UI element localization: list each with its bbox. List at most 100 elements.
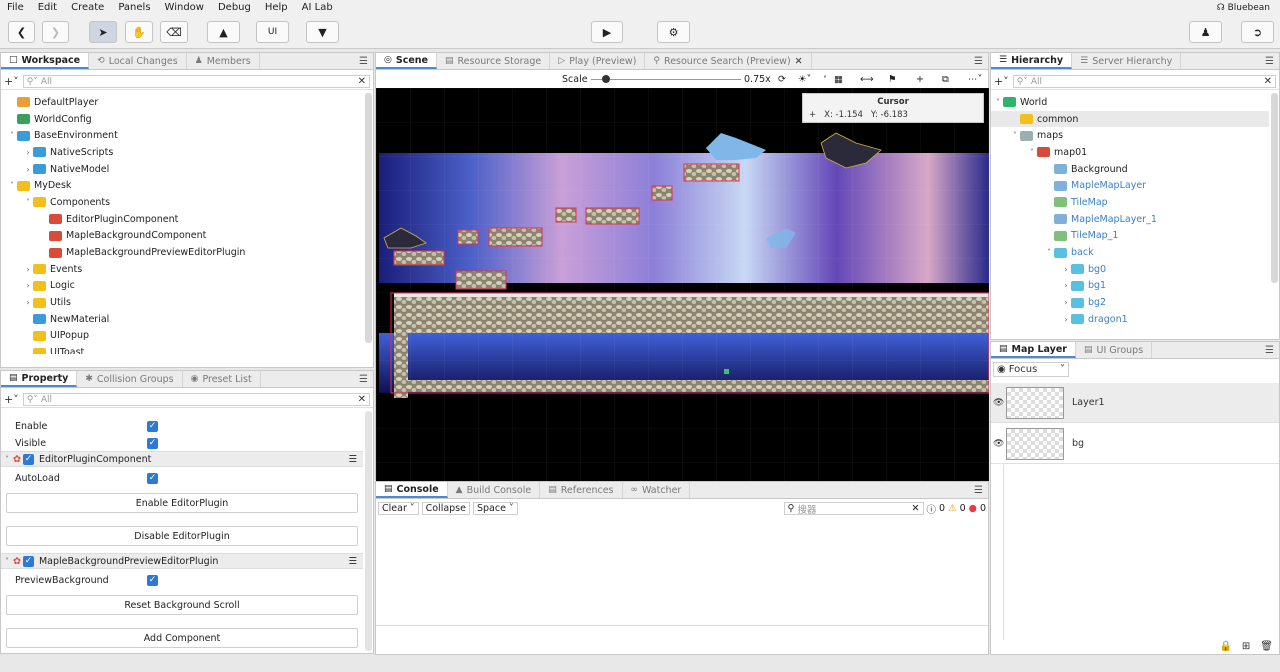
tab-console[interactable]: ▤ Console	[376, 482, 448, 498]
chevron-down-icon[interactable]: ˅	[7, 181, 17, 190]
play-button[interactable]: ▶	[591, 21, 623, 43]
tree-node[interactable]: › dragon1	[991, 311, 1269, 326]
members-button[interactable]: ♟	[1189, 21, 1222, 43]
user-menu[interactable]: ☊ Bluebean	[1217, 3, 1280, 13]
chevron-right-icon[interactable]: ›	[1061, 315, 1071, 324]
tree-node[interactable]: ˅ map01	[991, 144, 1269, 161]
component-header-preview[interactable]: ˅ ✿ ✓ MapleBackgroundPreviewEditorPlugin…	[1, 553, 363, 569]
menu-debug[interactable]: Debug	[211, 0, 258, 16]
eraser-tool-button[interactable]: ⌫	[160, 21, 188, 43]
console-search-input[interactable]: ⚲ 搜器 ✕	[783, 502, 924, 516]
add-button[interactable]: +˅	[4, 75, 19, 88]
plus-icon[interactable]: +	[916, 74, 924, 85]
chevron-right-icon[interactable]: ›	[1061, 265, 1071, 274]
hierarchy-scrollbar[interactable]	[1271, 93, 1278, 283]
tree-node[interactable]: ˅ BaseEnvironment	[1, 127, 363, 144]
enable-editorplugin-button[interactable]: Enable EditorPlugin	[6, 493, 358, 513]
tree-node[interactable]: UIPopup	[1, 328, 363, 345]
clear-icon[interactable]: ✕	[358, 76, 366, 87]
chevron-right-icon[interactable]: ›	[23, 148, 33, 157]
hierarchy-search-input[interactable]: ⚲˅ All ✕	[1012, 75, 1276, 88]
component-header-editorplugin[interactable]: ˅ ✿ ✓ EditorPluginComponent ☰	[1, 451, 363, 467]
tree-node[interactable]: ˅ back	[991, 244, 1269, 261]
add-layer-icon[interactable]: ⊞	[1242, 641, 1250, 652]
layer-row[interactable]: 👁 Layer1	[991, 383, 1279, 423]
tree-node[interactable]: NewMaterial	[1, 311, 363, 328]
tab-resource-storage[interactable]: ▤ Resource Storage	[437, 53, 551, 69]
eye-icon[interactable]: 👁	[993, 398, 1004, 408]
property-scrollbar[interactable]	[365, 411, 372, 651]
chevron-right-icon[interactable]: ›	[23, 265, 33, 274]
layer-row[interactable]: 👁 bg	[991, 424, 1279, 464]
tab-build-console[interactable]: ▲ Build Console	[448, 482, 541, 498]
menu-file[interactable]: File	[0, 0, 31, 16]
visible-checkbox[interactable]: ✓	[147, 437, 158, 449]
tree-node[interactable]: common	[991, 110, 1269, 128]
clear-icon[interactable]: ✕	[358, 394, 366, 405]
menu-window[interactable]: Window	[158, 0, 211, 16]
space-dropdown[interactable]: Space ˅	[472, 502, 518, 515]
chevron-right-icon[interactable]: ›	[1061, 281, 1071, 290]
menu-create[interactable]: Create	[64, 0, 111, 16]
tree-node[interactable]: › Events	[1, 261, 363, 278]
tree-node[interactable]: MapleBackgroundComponent	[1, 228, 363, 245]
tree-node[interactable]: ˅ MyDesk	[1, 177, 363, 194]
chevron-right-icon[interactable]: ›	[23, 298, 33, 307]
dropdown-icon[interactable]: ˅	[823, 75, 827, 84]
info-icon[interactable]: ⓘ	[927, 502, 937, 516]
chevron-down-icon[interactable]: ˅	[1027, 148, 1037, 157]
tree-node[interactable]: › Utils	[1, 294, 363, 311]
chevron-down-icon[interactable]: ˅	[993, 98, 1003, 107]
tree-node[interactable]: UIToast	[1, 344, 363, 354]
chevron-down-icon[interactable]: ˅	[7, 131, 17, 140]
tree-node[interactable]: WorldConfig	[1, 111, 363, 128]
tree-node[interactable]: DefaultPlayer	[1, 94, 363, 111]
close-icon[interactable]: ✕	[795, 56, 803, 67]
pivot-tool-button[interactable]: ▲	[207, 21, 240, 43]
enable-checkbox[interactable]: ✓	[147, 420, 158, 432]
menu-help[interactable]: Help	[258, 0, 295, 16]
add-component-button[interactable]: Add Component	[6, 628, 358, 648]
chevron-down-icon[interactable]: ˅	[1, 557, 13, 566]
exit-button[interactable]: ➲	[1241, 21, 1274, 43]
property-search-input[interactable]: ⚲˅ All ✕	[22, 393, 370, 406]
select-tool-button[interactable]: ➤	[89, 21, 117, 43]
more-icon[interactable]: ⋯˅	[968, 74, 982, 85]
panel-menu-icon[interactable]: ☰	[974, 485, 983, 496]
tab-server-hierarchy[interactable]: ☰ Server Hierarchy	[1072, 53, 1182, 69]
menu-edit[interactable]: Edit	[31, 0, 64, 16]
reset-background-scroll-button[interactable]: Reset Background Scroll	[6, 595, 358, 615]
chevron-right-icon[interactable]: ›	[1061, 298, 1071, 307]
scale-slider-handle[interactable]	[602, 75, 610, 83]
chevron-down-icon[interactable]: ˅	[1044, 248, 1054, 257]
tab-references[interactable]: ▤ References	[540, 482, 623, 498]
tab-workspace[interactable]: □ Workspace	[1, 53, 90, 69]
flag-icon[interactable]: ⚑	[888, 74, 897, 85]
panel-menu-icon[interactable]: ☰	[1265, 345, 1274, 356]
panel-menu-icon[interactable]: ☰	[974, 56, 983, 67]
chevron-down-icon[interactable]: ˅	[23, 198, 33, 207]
tab-scene[interactable]: ◎ Scene	[376, 53, 437, 69]
warning-icon[interactable]: ⚠	[948, 503, 957, 514]
menu-panels[interactable]: Panels	[111, 0, 157, 16]
bucket-button[interactable]: ▼	[306, 21, 339, 43]
tab-local-changes[interactable]: ⟲ Local Changes	[89, 53, 187, 69]
back-button[interactable]: ❮	[8, 21, 35, 43]
error-icon[interactable]: ●	[969, 503, 977, 514]
menu-ai-lab[interactable]: AI Lab	[295, 0, 340, 16]
preview-background-checkbox[interactable]: ✓	[147, 574, 158, 586]
component-enable-checkbox[interactable]: ✓	[22, 453, 34, 465]
chevron-down-icon[interactable]: ˅	[1010, 131, 1020, 140]
tree-node[interactable]: › bg2	[991, 294, 1269, 311]
ruler-icon[interactable]: ⟷	[860, 74, 874, 85]
tab-preset-list[interactable]: ◉ Preset List	[183, 371, 261, 387]
hand-tool-button[interactable]: ✋	[125, 21, 153, 43]
clear-dropdown[interactable]: Clear ˅	[378, 502, 419, 515]
tree-node[interactable]: MapleMapLayer_1	[991, 211, 1269, 228]
tree-node[interactable]: ˅ maps	[991, 127, 1269, 144]
autoload-checkbox[interactable]: ✓	[147, 472, 158, 484]
panel-menu-icon[interactable]: ☰	[1265, 56, 1274, 67]
scene-viewport[interactable]: Cursor + X: -1.154 Y: -6.183	[376, 88, 989, 481]
clear-icon[interactable]: ✕	[912, 503, 920, 514]
tab-members[interactable]: ♟ Members	[187, 53, 260, 69]
